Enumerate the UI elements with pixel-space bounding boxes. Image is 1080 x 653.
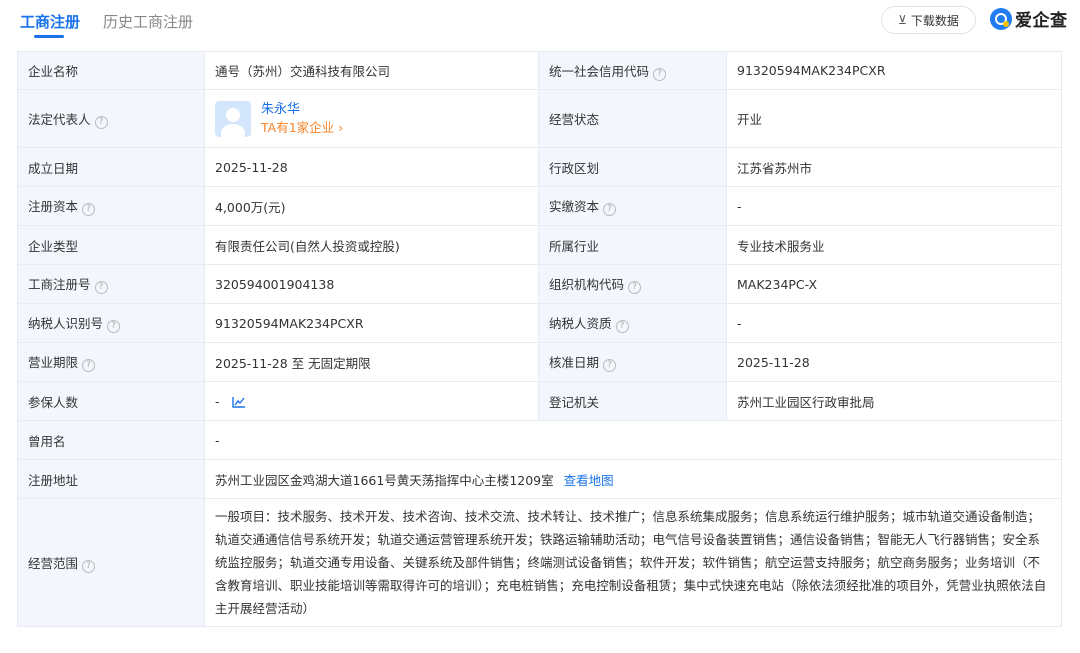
reg-number-label: 工商注册号 (28, 277, 91, 292)
credit-code-label-cell: 统一社会信用代码? (538, 51, 727, 90)
table-row: 注册资本? 4,000万(元) 实缴资本? - (17, 186, 1062, 226)
region-value: 江苏省苏州市 (726, 147, 1062, 187)
founded-label: 成立日期 (17, 147, 205, 187)
term-label: 营业期限 (28, 355, 79, 370)
scope-label: 经营范围 (28, 555, 79, 571)
company-name-label: 企业名称 (17, 51, 205, 90)
taxpayer-id-value: 91320594MAK234PCXR (204, 303, 539, 343)
status-label: 经营状态 (538, 89, 727, 148)
help-icon[interactable]: ? (94, 281, 108, 294)
industry-value: 专业技术服务业 (726, 225, 1062, 265)
reg-capital-label-cell: 注册资本? (17, 186, 205, 226)
legal-rep-companies-link[interactable]: TA有1家企业 › (261, 119, 343, 137)
taxpayer-id-label-cell: 纳税人识别号? (17, 303, 205, 343)
table-row: 工商注册号? 320594001904138 组织机构代码? MAK234PC-… (17, 264, 1062, 304)
brand-logo: 爱企查 (990, 6, 1068, 31)
table-row: 成立日期 2025-11-28 行政区划 江苏省苏州市 (17, 147, 1062, 187)
former-name-label: 曾用名 (17, 420, 205, 460)
help-icon[interactable]: ? (653, 67, 667, 81)
download-data-button[interactable]: ⊻ 下载数据 (881, 6, 976, 34)
table-row: 纳税人识别号? 91320594MAK234PCXR 纳税人资质? - (17, 303, 1062, 343)
approval-date-label: 核准日期 (549, 355, 600, 370)
help-icon[interactable]: ? (603, 203, 617, 216)
help-icon[interactable]: ? (603, 359, 617, 372)
table-row: 参保人数 - 登记机关 苏州工业园区行政审批局 (17, 381, 1062, 421)
avatar[interactable] (215, 100, 251, 137)
taxpayer-qual-label: 纳税人资质 (549, 316, 612, 331)
reg-capital-label: 注册资本 (28, 199, 79, 214)
authority-value: 苏州工业园区行政审批局 (726, 381, 1062, 421)
reg-capital-value: 4,000万(元) (204, 186, 539, 226)
legal-rep-cell: 朱永华 TA有1家企业 › (204, 89, 539, 148)
help-icon[interactable]: ? (628, 281, 642, 294)
brand-name: 爱企查 (1015, 11, 1068, 31)
taxpayer-qual-label-cell: 纳税人资质? (538, 303, 727, 343)
credit-code-label: 统一社会信用代码 (549, 63, 650, 79)
legal-rep-label: 法定代表人 (28, 111, 91, 127)
insured-cell: - (204, 381, 539, 421)
paid-capital-label-cell: 实缴资本? (538, 186, 727, 226)
table-row: 营业期限? 2025-11-28 至 无固定期限 核准日期? 2025-11-2… (17, 342, 1062, 382)
trend-chart-icon[interactable] (231, 396, 246, 408)
approval-date-label-cell: 核准日期? (538, 342, 727, 382)
aiqicha-logo-icon (990, 7, 1012, 30)
table-row: 经营范围? 一般项目：技术服务、技术开发、技术咨询、技术交流、技术转让、技术推广… (17, 498, 1062, 627)
region-label: 行政区划 (538, 147, 727, 187)
paid-capital-label: 实缴资本 (549, 199, 600, 214)
header-bar: 工商注册 历史工商注册 ⊻ 下载数据 爱企查 (0, 0, 1080, 45)
paid-capital-value: - (726, 186, 1062, 226)
table-row: 曾用名 - (17, 420, 1062, 460)
help-icon[interactable]: ? (107, 320, 121, 333)
credit-code-value: 91320594MAK234PCXR (726, 51, 1062, 90)
help-icon[interactable]: ? (82, 359, 96, 372)
reg-number-value: 320594001904138 (204, 264, 539, 304)
tab-business-registration[interactable]: 工商注册 (20, 11, 80, 38)
org-code-label: 组织机构代码 (549, 277, 625, 292)
table-row: 注册地址 苏州工业园区金鸡湖大道1661号黄天荡指挥中心主楼1209室 查看地图 (17, 459, 1062, 499)
industry-label: 所属行业 (538, 225, 727, 265)
download-label: 下载数据 (910, 13, 959, 28)
company-name-value: 通号（苏州）交通科技有限公司 (204, 51, 539, 90)
legal-rep-label-cell: 法定代表人? (17, 89, 205, 148)
taxpayer-id-label: 纳税人识别号 (28, 316, 104, 331)
address-value: 苏州工业园区金鸡湖大道1661号黄天荡指挥中心主楼1209室 (215, 472, 554, 488)
status-value: 开业 (726, 89, 1062, 148)
scope-label-cell: 经营范围? (17, 498, 205, 627)
insured-value: - (215, 393, 220, 409)
authority-label: 登记机关 (538, 381, 727, 421)
view-map-link[interactable]: 查看地图 (564, 473, 614, 488)
taxpayer-qual-value: - (726, 303, 1062, 343)
tab-history-registration[interactable]: 历史工商注册 (103, 11, 193, 32)
org-code-value: MAK234PC-X (726, 264, 1062, 304)
approval-date-value: 2025-11-28 (726, 342, 1062, 382)
download-icon: ⊻ (898, 13, 907, 27)
help-icon[interactable]: ? (82, 559, 96, 573)
table-row: 企业类型 有限责任公司(自然人投资或控股) 所属行业 专业技术服务业 (17, 225, 1062, 265)
scope-value: 一般项目：技术服务、技术开发、技术咨询、技术交流、技术转让、技术推广；信息系统集… (204, 498, 1062, 627)
reg-number-label-cell: 工商注册号? (17, 264, 205, 304)
term-value: 2025-11-28 至 无固定期限 (204, 342, 539, 382)
org-code-label-cell: 组织机构代码? (538, 264, 727, 304)
business-info-table: 企业名称 通号（苏州）交通科技有限公司 统一社会信用代码? 91320594MA… (17, 51, 1062, 627)
term-label-cell: 营业期限? (17, 342, 205, 382)
insured-label: 参保人数 (17, 381, 205, 421)
former-name-value: - (204, 420, 1062, 460)
table-row: 企业名称 通号（苏州）交通科技有限公司 统一社会信用代码? 91320594MA… (17, 51, 1062, 90)
company-type-value: 有限责任公司(自然人投资或控股) (204, 225, 539, 265)
company-type-label: 企业类型 (17, 225, 205, 265)
address-cell: 苏州工业园区金鸡湖大道1661号黄天荡指挥中心主楼1209室 查看地图 (204, 459, 1062, 499)
table-row: 法定代表人? 朱永华 TA有1家企业 › 经营状态 开业 (17, 89, 1062, 148)
legal-rep-name-link[interactable]: 朱永华 (261, 101, 343, 119)
address-label: 注册地址 (17, 459, 205, 499)
founded-value: 2025-11-28 (204, 147, 539, 187)
help-icon[interactable]: ? (615, 320, 629, 333)
help-icon[interactable]: ? (82, 203, 96, 216)
help-icon[interactable]: ? (94, 115, 108, 129)
